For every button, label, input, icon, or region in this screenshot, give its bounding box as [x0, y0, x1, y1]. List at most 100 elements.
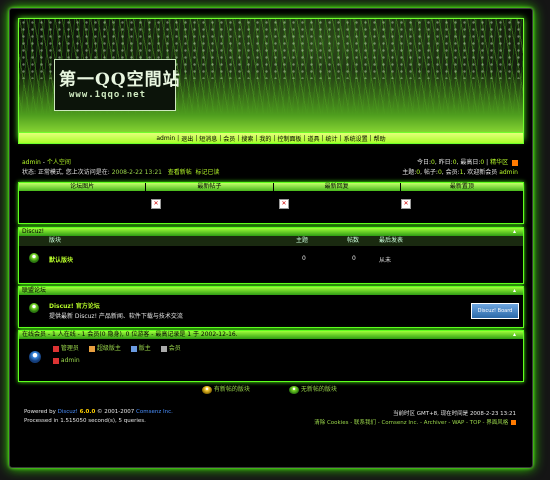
legend-admin: 管理员	[53, 343, 79, 352]
no-new-posts-label: 无新帖的版块	[300, 386, 337, 393]
forum-category-title[interactable]: Discuz! ▴	[19, 228, 523, 236]
nav-logout[interactable]: 退出	[179, 134, 195, 143]
status-label: 状态: 正常模式,	[22, 169, 64, 176]
member-icon	[160, 345, 167, 352]
members-label: , 会员:	[441, 169, 460, 176]
logo-url: www.1qqo.net	[69, 90, 147, 100]
highlights-header: 论坛图片 最新帖子 最新回复 最新置顶	[19, 183, 524, 191]
site-logo[interactable]: 第一QQ空間站 www.1qqo.net	[54, 59, 180, 111]
online-legend: 管理员 超级版主 版主 会员	[53, 343, 181, 352]
collapse-icon[interactable]: ▴	[513, 288, 519, 294]
broken-image-icon: ✕	[401, 199, 411, 209]
header-topics: 主题	[296, 237, 309, 244]
stats-line-2: 主题:0, 帖子:0, 会员:1, 欢迎新会员 admin	[402, 167, 518, 176]
company-link[interactable]: Comsenz Inc.	[136, 409, 173, 415]
timezone-value: GMT+8, 现在时间是	[416, 411, 469, 417]
last-visit-label: 您上次访问是在:	[65, 169, 110, 176]
nav-user[interactable]: admin	[154, 135, 177, 142]
footer-time: 当前时区 GMT+8, 现在时间是 2008-2-23 13:21	[393, 409, 516, 417]
header-posts: 帖数	[347, 237, 360, 244]
link-site-name[interactable]: Discuz! 官方论坛	[49, 301, 100, 310]
broken-image-icon: ✕	[151, 199, 161, 209]
online-user-link[interactable]: admin	[61, 357, 80, 364]
link-site-badge[interactable]: Discuz! Board	[471, 303, 519, 319]
nav-messages[interactable]: 短消息	[197, 134, 219, 143]
nav-my[interactable]: 我的	[257, 134, 273, 143]
yesterday-label: , 昨日:	[434, 159, 453, 166]
header-last-post: 最后发表	[379, 237, 404, 244]
board-posts: 0	[352, 255, 356, 262]
powered-label: Powered by	[24, 409, 56, 415]
forum-category-name: Discuz!	[22, 228, 45, 235]
header-banner: 第一QQ空間站 www.1qqo.net	[18, 18, 524, 140]
links-panel: 联盟论坛 ▴ Discuz! 官方论坛 提供最新 Discuz! 产品新闻、软件…	[18, 286, 524, 328]
footer-links[interactable]: 清除 Cookies - 联系我们 - Comsenz Inc. - Archi…	[314, 418, 516, 426]
legend-mod-label: 版主	[138, 345, 151, 352]
collapse-icon[interactable]: ▴	[513, 229, 519, 235]
page-content: 第一QQ空間站 www.1qqo.net admin | 退出 | 短消息 | 会员 |…	[12, 12, 528, 464]
product-version: 6.0.0	[79, 409, 96, 415]
nav-tools[interactable]: 道具	[305, 134, 321, 143]
max-count: 0	[480, 159, 485, 166]
rss-icon[interactable]	[512, 159, 518, 166]
col-forum-images: 论坛图片	[19, 183, 147, 191]
super-mod-icon	[88, 345, 95, 352]
col-latest-sticky: 最新置顶	[400, 183, 524, 191]
timezone-label: 当前时区	[392, 411, 415, 417]
welcome-label: , 欢迎新会员	[463, 169, 498, 176]
copyright: © 2001-2007	[97, 409, 135, 415]
online-panel: 在线会员 - 1 人在线 - 1 会员(0 隐身), 0 位游客 - 最高记录是…	[18, 330, 524, 382]
links-title[interactable]: 联盟论坛 ▴	[19, 287, 523, 295]
online-users-icon	[29, 351, 41, 363]
product-link[interactable]: Discuz!	[58, 409, 78, 415]
online-body: 管理员 超级版主 版主 会员 admin	[19, 339, 523, 379]
top-nav: admin | 退出 | 短消息 | 会员 | 搜索 | 我的 | 控制面板 | 道具 | 统计…	[18, 132, 524, 144]
nav-search[interactable]: 搜索	[239, 134, 255, 143]
user-line: admin - 个人空间	[22, 159, 71, 166]
board-topics: 0	[302, 255, 306, 262]
footer-links-text[interactable]: 清除 Cookies - 联系我们 - Comsenz Inc. - Archi…	[314, 420, 508, 426]
forum-status-icon	[29, 253, 39, 263]
collapse-icon[interactable]: ▴	[513, 332, 519, 338]
logo-title: 第一QQ空間站	[59, 70, 181, 90]
posts-label: , 帖子:	[420, 169, 438, 176]
topics-label: 主题:	[402, 169, 417, 176]
footer-powered: Powered by Discuz! 6.0.0 © 2001-2007 Com…	[24, 409, 173, 415]
footer-processed: Processed in 1.515050 second(s), 5 queri…	[24, 418, 146, 424]
today-label: 今日:	[417, 159, 432, 166]
board-name-link[interactable]: 默认版块	[49, 255, 73, 264]
legend-new-posts: 有新帖的版块	[202, 384, 250, 394]
nav-help[interactable]: 帮助	[372, 134, 388, 143]
board-last-post: 从未	[379, 257, 392, 264]
forum-panel: Discuz! ▴ 版块 主题 帖数 最后发表 默认版块 0 0 从未	[18, 227, 524, 284]
legend-mod: 版主	[130, 343, 151, 352]
broken-image-icon: ✕	[279, 199, 289, 209]
legend-member-label: 会员	[168, 345, 181, 352]
mark-read-link[interactable]: 标记已读	[196, 169, 220, 176]
online-title[interactable]: 在线会员 - 1 人在线 - 1 会员(0 隐身), 0 位游客 - 最高记录是…	[19, 331, 523, 339]
space-link[interactable]: 个人空间	[47, 159, 71, 166]
status-line: 状态: 正常模式, 您上次访问是在: 2008-2-22 13:21 查看新帖 …	[22, 167, 220, 176]
current-time: 2008-2-23 13:21	[469, 411, 516, 417]
col-latest-posts: 最新帖子	[146, 183, 274, 191]
nav-control-panel[interactable]: 控制面板	[275, 134, 303, 143]
new-posts-label: 有新帖的版块	[213, 386, 250, 393]
nav-settings[interactable]: 系统设置	[342, 134, 370, 143]
elite-link[interactable]: 精华区	[490, 159, 508, 166]
nav-members[interactable]: 会员	[221, 134, 237, 143]
header-board: 版块	[49, 237, 62, 244]
newest-member-link[interactable]: admin	[499, 169, 518, 176]
view-new-link[interactable]: 查看新帖	[168, 169, 192, 176]
legend-member: 会员	[160, 343, 181, 352]
online-title-text: 在线会员 - 1 人在线 - 1 会员(0 隐身), 0 位游客 - 最高记录是…	[22, 331, 238, 338]
stats-line-1: 今日:0, 昨日:0, 最高日:0 | 精华区	[417, 157, 518, 166]
style-menu-icon[interactable]	[511, 420, 516, 425]
new-posts-icon	[202, 385, 212, 394]
legend-admin-label: 管理员	[60, 345, 79, 352]
nav-stats[interactable]: 统计	[324, 134, 340, 143]
no-new-posts-icon	[289, 385, 299, 394]
links-title-text: 联盟论坛	[22, 287, 47, 294]
mod-icon	[130, 345, 137, 352]
username-link[interactable]: admin	[22, 159, 41, 166]
list-item: Discuz! 官方论坛 提供最新 Discuz! 产品新闻、软件下载与技术交流…	[19, 295, 523, 325]
